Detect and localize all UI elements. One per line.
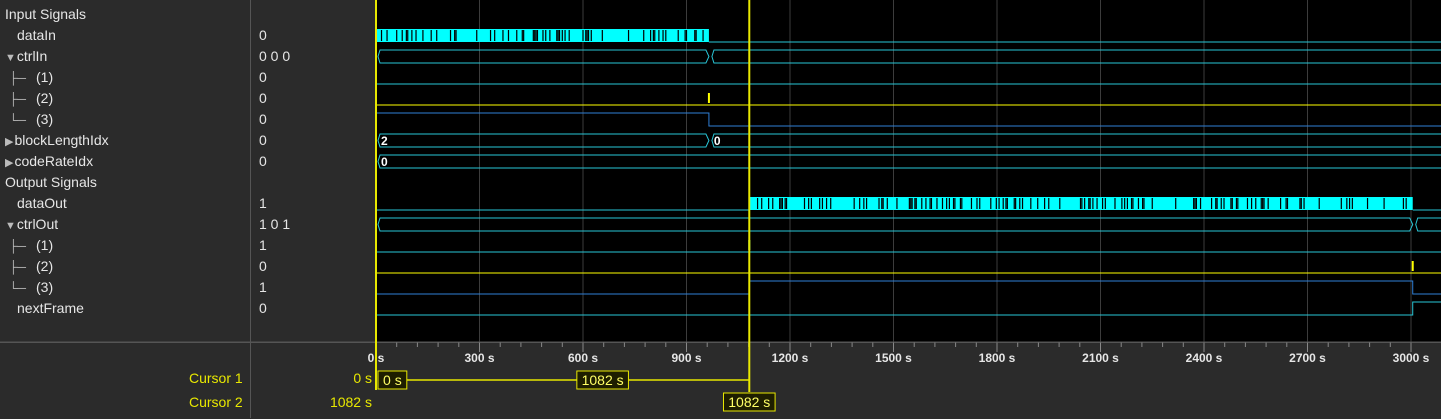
axis-tick-label: 2100 s — [1082, 351, 1119, 365]
signal-trace — [376, 112, 1441, 127]
bus-value-label: 2 — [381, 134, 388, 148]
axis-tick-label: 600 s — [568, 351, 598, 365]
axis-tick-label: 1500 s — [875, 351, 912, 365]
cursor1-label: Cursor 1 — [189, 370, 243, 386]
signal-trace — [376, 280, 1441, 295]
bus-segment — [377, 217, 1414, 232]
axis-tick-label: 1200 s — [772, 351, 809, 365]
axis-tick-label: 900 s — [671, 351, 701, 365]
axis-tick-label: 2400 s — [1186, 351, 1223, 365]
cursor-delta-label: 1082 s — [582, 372, 624, 388]
cursor2-time-box: 1082 s — [728, 394, 770, 410]
bus-segment — [711, 49, 1441, 64]
bus-segment — [377, 49, 710, 64]
signal-trace — [376, 301, 1441, 316]
axis-tick-label: 300 s — [464, 351, 494, 365]
axis-tick-label: 2700 s — [1289, 351, 1326, 365]
bus-value-label: 0 — [714, 134, 721, 148]
axis-tick-label: 1800 s — [979, 351, 1016, 365]
cursor1-time: 0 s — [353, 370, 372, 386]
axis-tick-label: 3000 s — [1393, 351, 1430, 365]
cursor1-time-box: 0 s — [383, 372, 402, 388]
bus-segment — [1415, 217, 1441, 232]
bus-value-label: 0 — [381, 155, 388, 169]
cursor2-time: 1082 s — [329, 394, 372, 410]
bus-segment — [711, 133, 1441, 148]
waveform-canvas[interactable]: 0 s 300 s 600 s 900 s 1200 s 1500 s 1800 s 2100… — [0, 0, 1441, 418]
bus-segment — [377, 154, 1441, 169]
bus-segment — [377, 133, 710, 148]
cursor2-label: Cursor 2 — [189, 394, 243, 410]
